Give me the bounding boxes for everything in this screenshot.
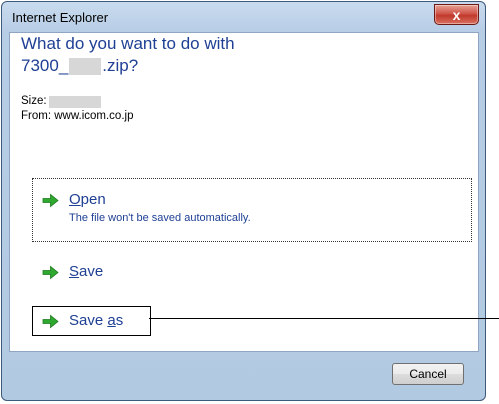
heading-line: What do you want to do with xyxy=(21,34,235,53)
filename-suffix: .zip? xyxy=(102,56,139,75)
button-bar: Cancel xyxy=(9,351,477,395)
title-bar[interactable]: Internet Explorer x xyxy=(2,2,485,32)
callout-line xyxy=(149,318,499,319)
cancel-button[interactable]: Cancel xyxy=(392,363,464,385)
redacted-size xyxy=(48,95,101,108)
filename-line: 7300_ .zip? xyxy=(21,55,321,77)
size-row: Size: xyxy=(21,94,133,109)
save-as-option[interactable]: Save as xyxy=(32,306,151,336)
save-as-label: Save as xyxy=(69,312,124,329)
green-arrow-icon xyxy=(42,193,59,208)
close-button[interactable]: x xyxy=(434,4,479,25)
open-option[interactable]: Open The file won't be saved automatical… xyxy=(32,178,472,242)
ie-download-dialog: Internet Explorer x What do you want to … xyxy=(1,1,486,401)
save-option[interactable]: Save xyxy=(32,254,103,290)
window-title: Internet Explorer xyxy=(12,10,109,25)
redacted-filename xyxy=(69,57,102,75)
filename-prefix: 7300_ xyxy=(21,56,69,75)
from-text: From: www.icom.co.jp xyxy=(21,110,134,122)
open-description: The file won't be saved automatically. xyxy=(69,212,251,224)
close-icon: x xyxy=(452,6,461,23)
dialog-heading: What do you want to do with 7300_ .zip? xyxy=(21,33,321,77)
size-label: Size: xyxy=(21,95,47,107)
green-arrow-icon xyxy=(42,314,59,329)
file-info: Size: From: www.icom.co.jp xyxy=(21,94,133,124)
green-arrow-icon xyxy=(42,265,59,280)
open-label: Open xyxy=(69,191,106,208)
save-label: Save xyxy=(69,263,104,280)
